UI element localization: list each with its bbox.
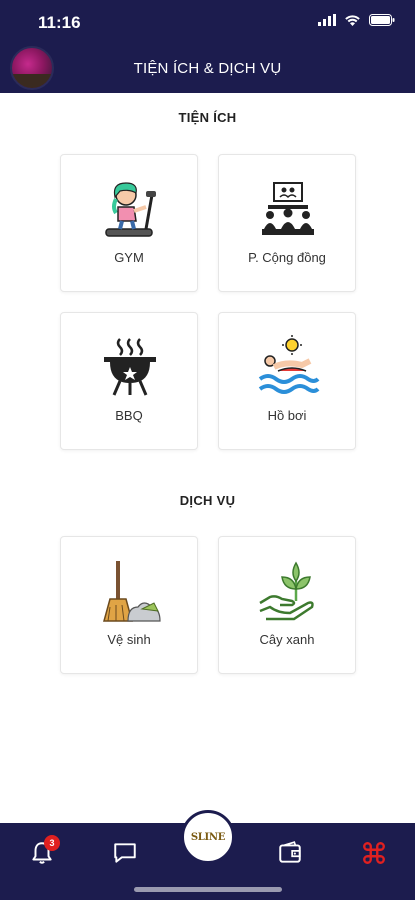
menu-button[interactable] — [354, 833, 394, 873]
chat-button[interactable] — [105, 833, 145, 873]
card-label: Vệ sinh — [107, 632, 151, 647]
home-indicator[interactable] — [134, 887, 282, 892]
wallet-button[interactable] — [270, 833, 310, 873]
wifi-icon — [345, 15, 360, 26]
card-label: GYM — [114, 250, 144, 265]
treadmill-icon — [105, 182, 156, 237]
page-title: TIỆN ÍCH & DỊCH VỤ — [133, 60, 282, 77]
broom-icon — [103, 561, 161, 622]
status-icons — [318, 14, 395, 26]
card-bbq[interactable]: BBQ — [60, 312, 198, 450]
card-cleaning[interactable]: Vệ sinh — [60, 536, 198, 674]
card-gym[interactable]: GYM — [60, 154, 198, 292]
chat-icon — [114, 843, 136, 863]
home-button[interactable]: SLINE — [181, 810, 235, 864]
card-greenery[interactable]: Cây xanh — [218, 536, 356, 674]
card-swimming-pool[interactable]: Hồ bơi — [218, 312, 356, 450]
signal-icon — [318, 14, 336, 26]
command-icon — [363, 842, 385, 864]
card-label: P. Cộng đồng — [248, 250, 326, 265]
card-label: Hồ bơi — [267, 408, 307, 423]
card-label: Cây xanh — [259, 632, 315, 647]
notification-badge: 3 — [44, 835, 60, 851]
community-room-icon — [262, 182, 314, 235]
home-logo: SLINE — [190, 831, 226, 843]
wallet-icon — [279, 841, 301, 863]
card-community-room[interactable]: P. Cộng đồng — [218, 154, 356, 292]
section-title-tien-ich: TIỆN ÍCH — [178, 110, 237, 125]
header-bar: 11:16 TIỆN ÍCH & DỊCH VỤ — [0, 0, 415, 93]
card-label: BBQ — [115, 408, 143, 423]
section-title-dich-vu: DỊCH VỤ — [179, 493, 236, 508]
plant-hand-icon — [259, 561, 314, 621]
notifications-button[interactable]: 3 — [22, 833, 62, 873]
status-time: 11:16 — [38, 13, 81, 32]
swimming-icon — [258, 335, 320, 394]
bbq-grill-icon — [104, 338, 156, 396]
battery-icon — [369, 14, 395, 26]
